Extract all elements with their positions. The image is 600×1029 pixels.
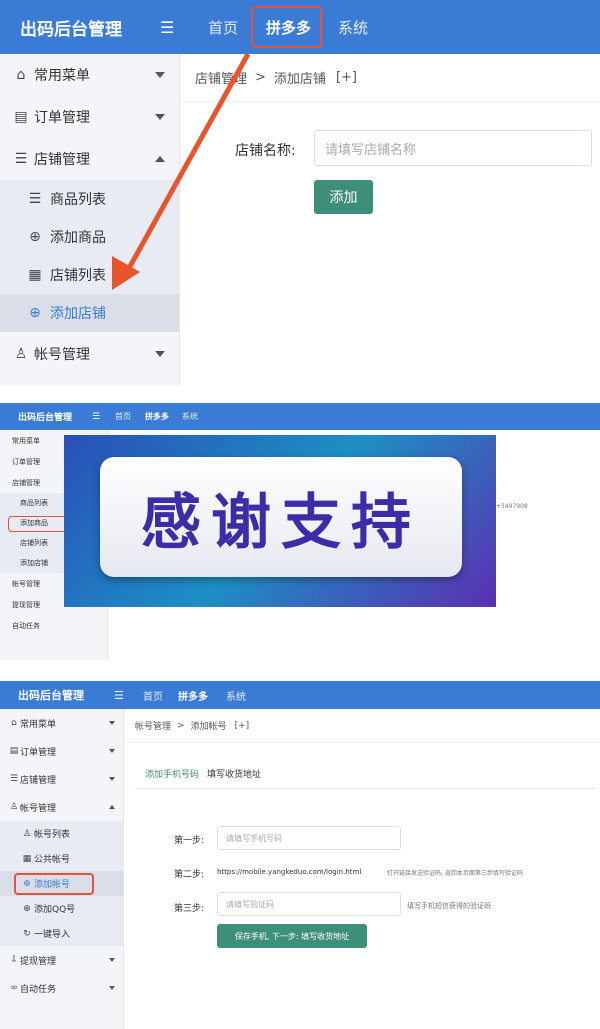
sidebar-label: 添加店铺 <box>20 559 48 567</box>
breadcrumb-separator: > <box>177 720 185 731</box>
tab-add-phone[interactable]: 添加手机号码 <box>145 767 199 780</box>
user-icon: ♙ <box>22 828 32 839</box>
chevron-down-icon <box>109 986 115 990</box>
sidebar-group-common[interactable]: ⌂ 常用菜单 <box>0 709 123 737</box>
sidebar-label: 自动任务 <box>20 984 57 995</box>
sidebar-group-autotask[interactable]: 自动任务 <box>0 615 107 636</box>
user-icon: ♙ <box>9 802 19 812</box>
arrow-shaft <box>125 52 251 272</box>
step2-hint: 打开链接发送验证码, 返回本页面第三步填写验证码 <box>387 870 523 877</box>
sidebar: ⌂ 常用菜单 ▤ 订单管理 ☰ 店铺管理 ♙ 帐号管理 ♙ 帐号列表 ▦ 公共帐… <box>0 709 124 1029</box>
chevron-down-icon <box>109 721 115 725</box>
sidebar-item-add-qq[interactable]: ⊕ 添加QQ号 <box>0 896 123 921</box>
top-navbar: 出码后台管理 ☰ 首页 拼多多 系统 <box>0 403 600 430</box>
phone-placeholder: 请填写手机号码 <box>226 833 282 843</box>
verification-code-input[interactable]: 请填写验证码 <box>217 892 401 916</box>
breadcrumb-current: 添加帐号 <box>190 722 227 732</box>
brand-title: 出码后台管理 <box>18 413 73 423</box>
home-icon: ⌂ <box>11 718 17 728</box>
step1-label: 第一步: <box>174 836 205 846</box>
plus-circle-icon: ⊕ <box>23 903 31 914</box>
pointer-arrow <box>112 52 251 290</box>
panel-add-account: 出码后台管理 ☰ 首页 拼多多 系统 ⌂ 常用菜单 ▤ 订单管理 ☰ 店铺管理 … <box>0 681 600 1029</box>
side-number: +3497908 <box>496 503 528 510</box>
refresh-icon: ↻ <box>23 928 31 939</box>
sidebar-item-public-account[interactable]: ▦ 公共帐号 <box>0 846 123 871</box>
nav-system[interactable]: 系统 <box>226 688 246 703</box>
sidebar-label: 提现管理 <box>20 956 57 967</box>
step3-label: 第三步: <box>174 904 205 914</box>
breadcrumb: 帐号管理 > 添加帐号 [+] <box>125 709 600 743</box>
nav-pinduoduo[interactable]: 拼多多 <box>178 688 208 703</box>
chevron-down-icon <box>109 749 115 753</box>
chevron-down-icon <box>109 958 115 962</box>
step3-hint: 填写手机短信获得的验证码 <box>407 902 491 910</box>
menu-toggle-icon[interactable]: ☰ <box>114 689 124 702</box>
verification-code-placeholder: 请填写验证码 <box>226 899 274 909</box>
phone-input[interactable]: 请填写手机号码 <box>217 826 401 850</box>
sidebar-label: 公共帐号 <box>34 855 71 865</box>
chevron-down-icon <box>109 777 115 781</box>
thanks-text: 感谢支持 <box>141 487 421 558</box>
tab-shipping-address[interactable]: 填写收货地址 <box>207 767 261 780</box>
top-navbar: 出码后台管理 ☰ 首页 拼多多 系统 <box>0 681 600 709</box>
sidebar-label: 商品列表 <box>20 499 48 507</box>
sidebar-label: 店铺管理 <box>20 775 57 786</box>
sidebar-label: 帐号列表 <box>34 830 71 840</box>
breadcrumb-parent[interactable]: 帐号管理 <box>135 719 171 732</box>
grid-icon: ▦ <box>22 853 32 864</box>
panel-add-store: 出码后台管理 ☰ 首页 拼多多 系统 ⌂ 常用菜单 ▤ 订单管理 ☰ 店铺管理 … <box>0 0 600 385</box>
sidebar-label: 一键导入 <box>34 930 71 940</box>
sidebar-label: 添加QQ号 <box>34 905 76 915</box>
sidebar-label: 订单管理 <box>20 747 57 758</box>
sidebar-label: 帐号管理 <box>12 579 40 588</box>
nav-home[interactable]: 首页 <box>115 411 131 422</box>
list-icon: ☰ <box>9 774 19 784</box>
step2-label: 第二步: <box>174 870 205 880</box>
sidebar-group-orders[interactable]: ▤ 订单管理 <box>0 737 123 765</box>
sidebar-group-autotask[interactable]: ∞ 自动任务 <box>0 974 123 1002</box>
sidebar-label: 订单管理 <box>12 457 40 466</box>
sidebar-label: 店铺管理 <box>12 478 40 487</box>
sidebar-label: 常用菜单 <box>20 719 57 730</box>
nav-home[interactable]: 首页 <box>143 688 163 703</box>
breadcrumb-add-tab[interactable]: [+] <box>235 721 250 731</box>
brand-title: 出码后台管理 <box>18 689 84 702</box>
database-icon: ▤ <box>9 746 19 756</box>
link-icon: ∞ <box>10 983 18 993</box>
sidebar-group-withdraw[interactable]: ⇩ 提现管理 <box>0 946 123 974</box>
nav-pinduoduo[interactable]: 拼多多 <box>145 411 169 422</box>
nav-system[interactable]: 系统 <box>182 411 198 422</box>
panel-thanks: 出码后台管理 ☰ 首页 拼多多 系统 常用菜单 订单管理 店铺管理 商品列表 添… <box>0 403 600 660</box>
menu-toggle-icon[interactable]: ☰ <box>92 412 100 422</box>
highlight-add-product <box>8 516 68 532</box>
thanks-banner: 感谢支持 <box>64 435 496 607</box>
sidebar-label: 帐号管理 <box>20 803 57 814</box>
main-content: 帐号管理 > 添加帐号 [+] 添加手机号码 填写收货地址 第一步: 请填写手机… <box>125 709 600 1029</box>
save-phone-next-button[interactable]: 保存手机, 下一步: 填写收货地址 <box>217 924 367 948</box>
sidebar-label: 常用菜单 <box>12 436 40 445</box>
sidebar-item-one-click-import[interactable]: ↻ 一键导入 <box>0 921 123 946</box>
tab-bar: 添加手机号码 填写收货地址 <box>135 759 595 789</box>
sidebar-label: 提现管理 <box>12 600 40 609</box>
chevron-up-icon <box>109 805 115 809</box>
sidebar-item-account-list[interactable]: ♙ 帐号列表 <box>0 821 123 846</box>
sidebar-label: 店铺列表 <box>20 539 48 547</box>
sidebar-group-stores[interactable]: ☰ 店铺管理 <box>0 765 123 793</box>
download-icon: ⇩ <box>10 955 18 965</box>
sidebar-label: 自动任务 <box>12 621 40 630</box>
login-url-link[interactable]: https://mobile.yangkeduo.com/login.html <box>217 868 361 876</box>
highlight-add-account <box>14 873 94 895</box>
sidebar-group-accounts[interactable]: ♙ 帐号管理 <box>0 793 123 821</box>
thanks-card: 感谢支持 <box>100 457 462 577</box>
